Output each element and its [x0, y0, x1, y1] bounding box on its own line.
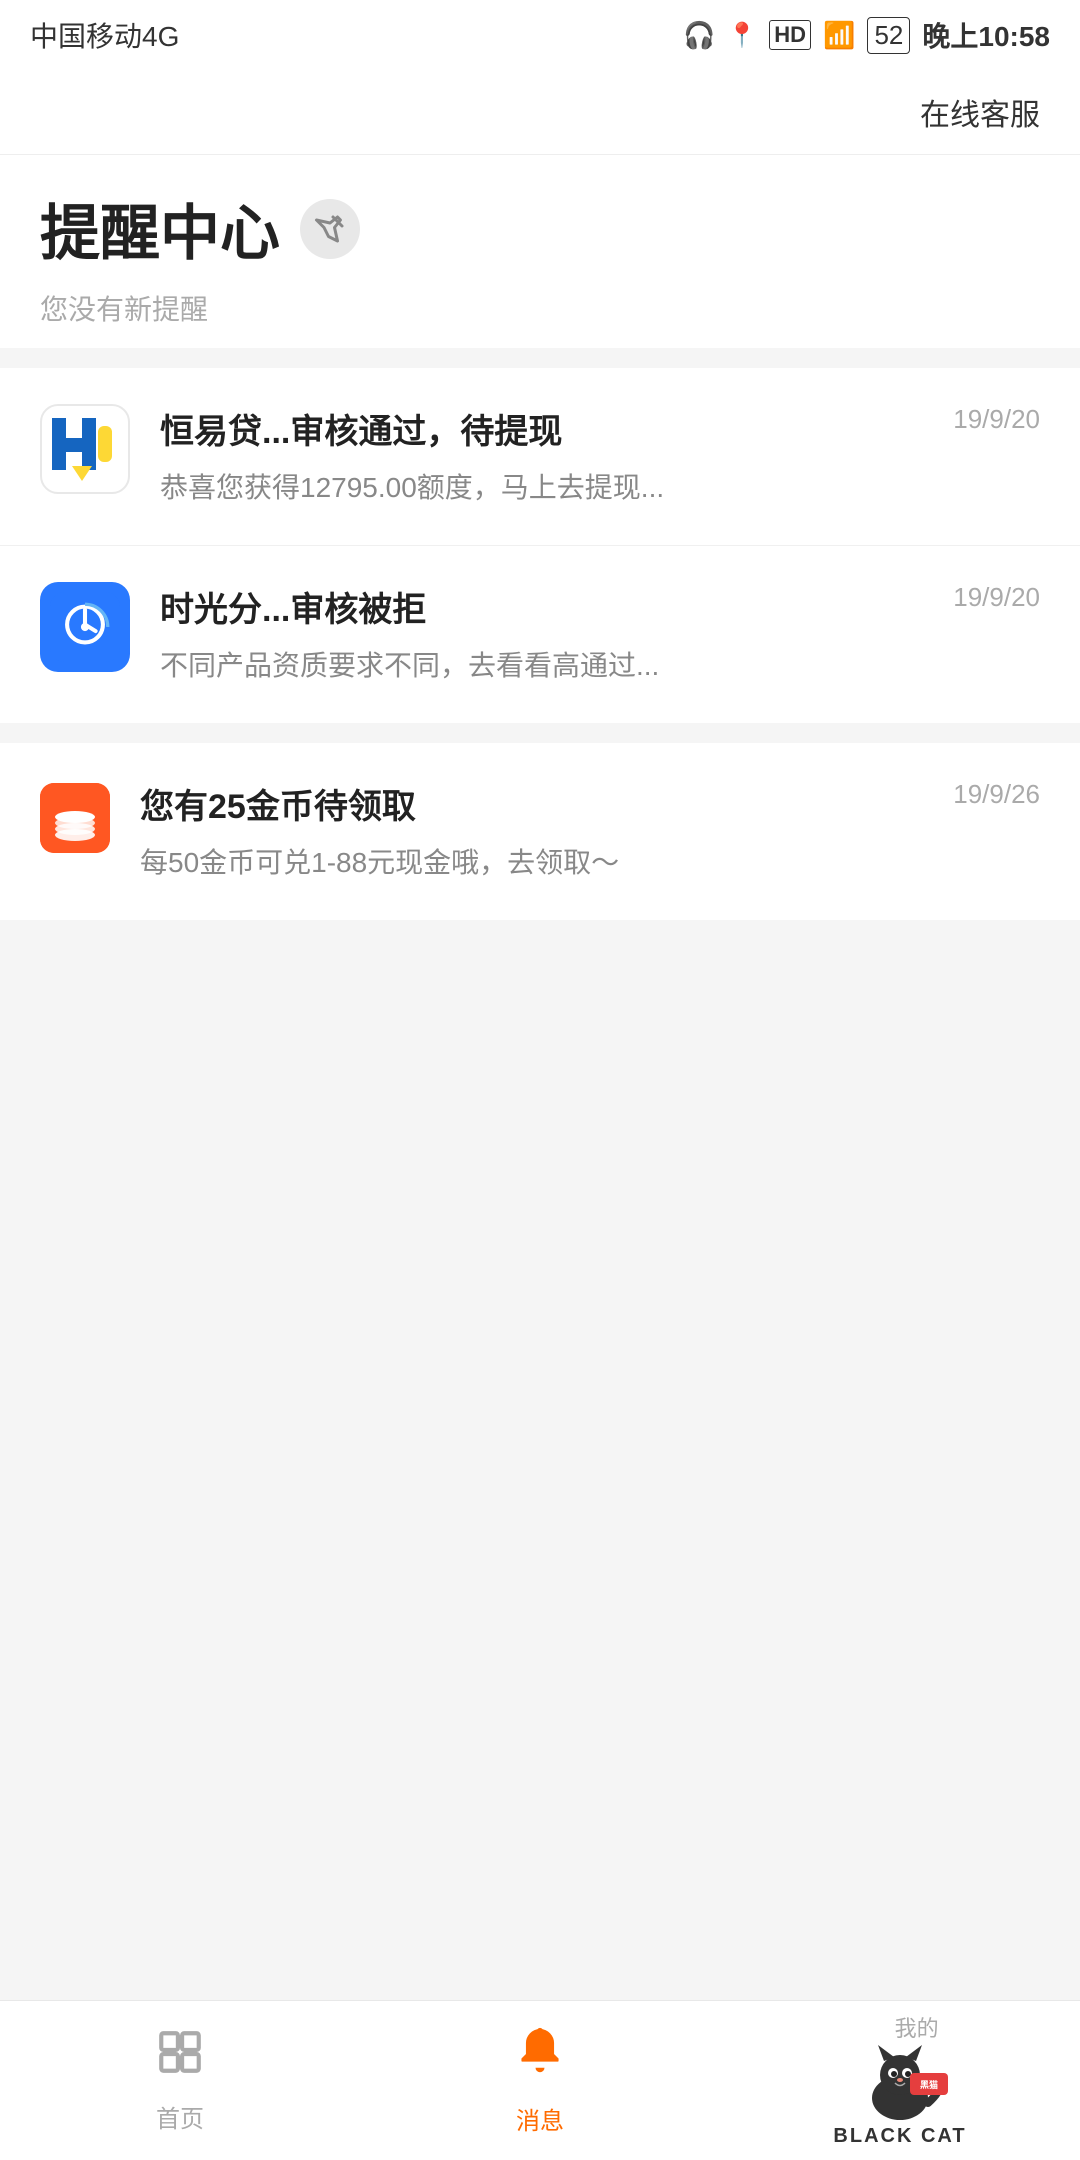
sgf-icon [40, 582, 130, 672]
signal-icon: 📶 [823, 20, 855, 51]
black-cat-text: BLACK CAT [833, 2125, 966, 2148]
sgf-date: 19/9/20 [953, 582, 1040, 613]
notification-item-hyd[interactable]: 恒易贷...审核通过，待提现 19/9/20 恭喜您获得12795.00额度，马… [0, 368, 1080, 546]
online-service-button[interactable]: 在线客服 [920, 90, 1040, 134]
hyd-content: 恒易贷...审核通过，待提现 19/9/20 恭喜您获得12795.00额度，马… [160, 404, 1040, 509]
no-reminder-text: 您没有新提醒 [40, 288, 1040, 328]
carrier-text: 中国移动4G [30, 15, 179, 55]
notification-section-1: 恒易贷...审核通过，待提现 19/9/20 恭喜您获得12795.00额度，马… [0, 368, 1080, 723]
coin-date: 19/9/26 [953, 779, 1040, 810]
notification-item-sgf[interactable]: 时光分...审核被拒 19/9/20 不同产品资质要求不同，去看看高通过... [0, 546, 1080, 723]
tab-message[interactable]: 消息 [360, 2001, 720, 2160]
hyd-title: 恒易贷...审核通过，待提现 [160, 404, 933, 453]
status-right: 🎧 📍 HD 📶 52 晚上10:58 [683, 15, 1050, 55]
notification-section-2: 您有25金币待领取 19/9/26 每50金币可兑1-88元现金哦，去领取～ [0, 743, 1080, 920]
page-header: 在线客服 [0, 70, 1080, 155]
status-time: 晚上10:58 [922, 15, 1050, 55]
tab-bar: 首页 消息 [0, 2000, 1080, 2160]
clear-button[interactable] [300, 199, 360, 259]
coin-notification-item[interactable]: 您有25金币待领取 19/9/26 每50金币可兑1-88元现金哦，去领取～ [0, 743, 1080, 920]
battery-text: 52 [867, 17, 910, 54]
sgf-desc: 不同产品资质要求不同，去看看高通过... [160, 645, 1040, 687]
message-icon [513, 2025, 567, 2091]
coin-icon [40, 783, 110, 853]
coin-desc: 每50金币可兑1-88元现金哦，去领取～ [140, 842, 1040, 884]
broom-icon [312, 211, 348, 247]
hyd-desc: 恭喜您获得12795.00额度，马上去提现... [160, 467, 1040, 509]
page-title: 提醒中心 [40, 185, 280, 272]
coin-content: 您有25金币待领取 19/9/26 每50金币可兑1-88元现金哦，去领取～ [140, 779, 1040, 884]
empty-area [0, 920, 1080, 1820]
location-icon: 📍 [727, 21, 757, 50]
tab-mine[interactable]: 黑猫 我的 BLACK CAT [720, 2001, 1080, 2160]
home-label: 首页 [156, 2099, 204, 2134]
mine-label: 我的 [895, 2011, 939, 2043]
sgf-content: 时光分...审核被拒 19/9/20 不同产品资质要求不同，去看看高通过... [160, 582, 1040, 687]
home-icon [155, 2027, 205, 2089]
hd-icon: HD [769, 20, 811, 50]
status-bar: 中国移动4G 🎧 📍 HD 📶 52 晚上10:58 [0, 0, 1080, 70]
headphone-icon: 🎧 [683, 20, 715, 51]
tab-home[interactable]: 首页 [0, 2001, 360, 2160]
coin-title: 您有25金币待领取 [140, 779, 933, 828]
message-label: 消息 [516, 2101, 564, 2136]
hyd-date: 19/9/20 [953, 404, 1040, 435]
title-area: 提醒中心 您没有新提醒 [0, 155, 1080, 348]
hyd-icon [40, 404, 130, 494]
sgf-title: 时光分...审核被拒 [160, 582, 933, 631]
svg-text:黑猫: 黑猫 [920, 2079, 938, 2090]
